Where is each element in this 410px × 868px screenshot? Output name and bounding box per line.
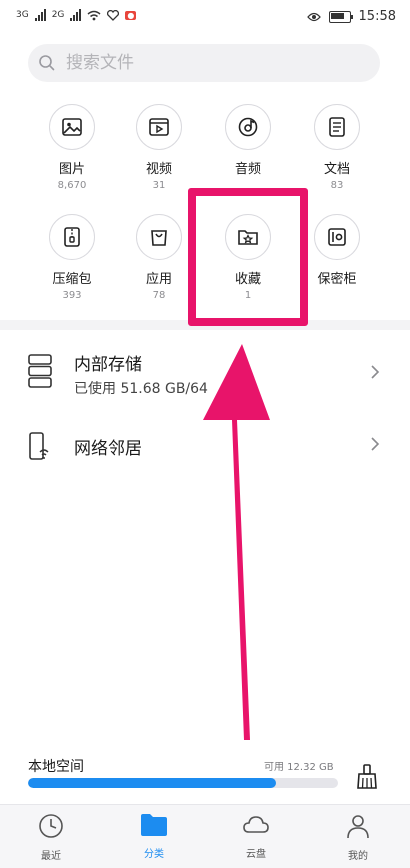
safe-icon — [314, 214, 360, 260]
clock-icon — [39, 814, 63, 838]
search-bar[interactable] — [28, 44, 380, 82]
category-count: 8,670 — [57, 180, 87, 191]
category-label: 文档 — [323, 162, 350, 177]
local-space-progress-fill — [28, 778, 276, 788]
cloud-icon — [243, 816, 269, 833]
category-count: 83 — [330, 180, 344, 191]
local-space-panel: 本地空间 可用 12.32 GB — [0, 750, 410, 804]
category-archives[interactable]: 压缩包 393 — [32, 214, 112, 301]
video-icon — [136, 104, 182, 150]
network-neighbors-title: 网络邻居 — [74, 439, 142, 459]
status-right: 15:58 — [306, 9, 396, 24]
sim2-label: 2G — [51, 10, 65, 20]
category-audio[interactable]: 音频 — [208, 104, 288, 180]
category-label: 图片 — [58, 162, 85, 177]
tab-label: 最近 — [41, 851, 61, 862]
signal-icon — [34, 9, 46, 21]
category-label: 音频 — [234, 162, 261, 177]
sim1-label: 3G — [16, 10, 29, 20]
tab-label: 分类 — [144, 849, 164, 860]
heart-icon — [107, 9, 120, 21]
tab-mine[interactable]: 我的 — [318, 813, 398, 862]
internal-storage-usage: 已使用 51.68 GB/64 — [74, 381, 208, 397]
category-label: 视频 — [145, 162, 172, 177]
app-bag-icon — [136, 214, 182, 260]
local-space-progress — [28, 778, 338, 788]
tab-label: 云盘 — [246, 849, 266, 860]
folder-icon — [141, 814, 167, 836]
category-safe[interactable]: 保密柜 — [297, 214, 377, 290]
document-icon — [314, 104, 360, 150]
status-bar: 3G 2G ● 15:58 — [0, 0, 410, 36]
category-documents[interactable]: 文档 83 — [297, 104, 377, 191]
tab-recent[interactable]: 最近 — [11, 813, 91, 862]
category-label: 应用 — [145, 272, 172, 287]
audio-icon — [225, 104, 271, 150]
category-videos[interactable]: 视频 31 — [119, 104, 199, 191]
app-badge-icon: ● — [125, 10, 137, 20]
chevron-right-icon — [371, 365, 380, 379]
tab-categories[interactable]: 分类 — [114, 813, 194, 860]
archive-icon — [49, 214, 95, 260]
internal-storage-row[interactable]: 内部存储 已使用 51.68 GB/64 — [0, 348, 410, 408]
wifi-icon — [87, 10, 101, 20]
search-input[interactable] — [64, 52, 358, 74]
image-icon — [49, 104, 95, 150]
category-images[interactable]: 图片 8,670 — [32, 104, 112, 191]
network-neighbors-row[interactable]: 网络邻居 — [0, 430, 410, 490]
status-time: 15:58 — [358, 9, 396, 24]
chevron-right-icon — [371, 437, 380, 451]
tab-label: 我的 — [348, 851, 368, 862]
category-apps[interactable]: 应用 78 — [119, 214, 199, 301]
storage-icon — [28, 354, 52, 388]
category-count: 31 — [152, 180, 166, 191]
broom-cleanup-icon[interactable] — [356, 764, 378, 790]
eye-icon — [306, 12, 321, 21]
status-left: 3G 2G ● — [16, 9, 137, 21]
category-count: 78 — [152, 290, 166, 301]
person-icon — [347, 815, 369, 839]
battery-icon — [328, 10, 353, 23]
network-device-icon — [29, 432, 49, 460]
category-label: 保密柜 — [317, 272, 357, 287]
local-space-label: 本地空间 — [28, 759, 84, 775]
bottom-tab-bar: 最近 分类 云盘 我的 — [0, 804, 410, 868]
signal-icon — [70, 9, 82, 21]
internal-storage-title: 内部存储 — [74, 355, 142, 375]
category-count: 393 — [62, 290, 82, 301]
tab-cloud[interactable]: 云盘 — [216, 813, 296, 860]
favorites-highlight-box — [188, 188, 308, 326]
search-icon — [39, 55, 55, 71]
local-space-available: 可用 12.32 GB — [264, 762, 334, 773]
category-label: 压缩包 — [52, 272, 92, 287]
